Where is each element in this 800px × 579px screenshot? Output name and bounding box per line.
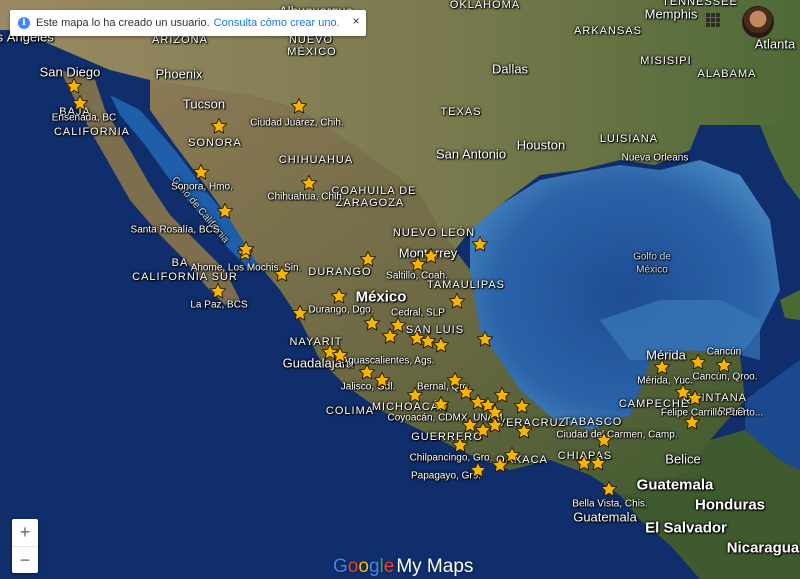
google-my-maps-logo: Google My Maps	[333, 556, 474, 577]
map-pin-star-icon[interactable]	[389, 316, 407, 334]
map-pin-star-icon[interactable]	[432, 336, 450, 354]
map-pin-star-icon[interactable]	[71, 94, 89, 112]
map-pin-star-icon[interactable]	[595, 431, 613, 449]
map-pin-star-icon[interactable]	[216, 202, 234, 220]
map-pin-star-icon[interactable]	[683, 413, 701, 431]
map-pin-star-icon[interactable]	[192, 163, 210, 181]
map-pin-star-icon[interactable]	[471, 235, 489, 253]
map-pin-star-icon[interactable]	[406, 386, 424, 404]
banner-text: Este mapa lo ha creado un usuario.	[36, 17, 210, 29]
map-pin-star-icon[interactable]	[359, 250, 377, 268]
map-pin-star-icon[interactable]	[409, 255, 427, 273]
map-pin-star-icon[interactable]	[689, 353, 707, 371]
map-pin-star-icon[interactable]	[363, 314, 381, 332]
map-pin-star-icon[interactable]	[291, 304, 309, 322]
map-pin-star-icon[interactable]	[451, 436, 469, 454]
zoom-out-button[interactable]: −	[12, 546, 38, 574]
avatar[interactable]	[742, 6, 774, 38]
map-pin-star-icon[interactable]	[65, 77, 83, 95]
info-icon: i	[18, 17, 30, 29]
map-pin-star-icon[interactable]	[715, 356, 733, 374]
map-pin-star-icon[interactable]	[448, 292, 466, 310]
map-pin-star-icon[interactable]	[331, 346, 349, 364]
map-pin-star-icon[interactable]	[330, 287, 348, 305]
map-pin-star-icon[interactable]	[515, 422, 533, 440]
map-pin-star-icon[interactable]	[209, 282, 227, 300]
map-pin-star-icon[interactable]	[300, 174, 318, 192]
map-pin-star-icon[interactable]	[210, 117, 228, 135]
map-pin-star-icon[interactable]	[373, 371, 391, 389]
map-pin-star-icon[interactable]	[476, 330, 494, 348]
map-pin-star-icon[interactable]	[686, 389, 704, 407]
map-pin-star-icon[interactable]	[432, 395, 450, 413]
create-map-link[interactable]: Consulta cómo crear uno.	[214, 17, 340, 29]
map-pin-star-icon[interactable]	[589, 454, 607, 472]
zoom-control: + −	[12, 519, 38, 573]
map-pin-star-icon[interactable]	[469, 461, 487, 479]
map-pin-star-icon[interactable]	[491, 456, 509, 474]
map-pin-star-icon[interactable]	[513, 397, 531, 415]
zoom-in-button[interactable]: +	[12, 519, 38, 546]
map-pin-star-icon[interactable]	[653, 358, 671, 376]
map-pin-star-icon[interactable]	[493, 386, 511, 404]
map-pin-star-icon[interactable]	[486, 416, 504, 434]
map-pin-star-icon[interactable]	[273, 265, 291, 283]
map-pin-star-icon[interactable]	[290, 97, 308, 115]
close-icon[interactable]: ×	[353, 14, 360, 28]
apps-grid-icon[interactable]	[706, 13, 720, 27]
map-pin-star-icon[interactable]	[600, 480, 618, 498]
user-map-banner: i Este mapa lo ha creado un usuario. Con…	[10, 10, 366, 36]
satellite-map[interactable]	[0, 0, 800, 579]
map-pin-star-icon[interactable]	[237, 240, 255, 258]
